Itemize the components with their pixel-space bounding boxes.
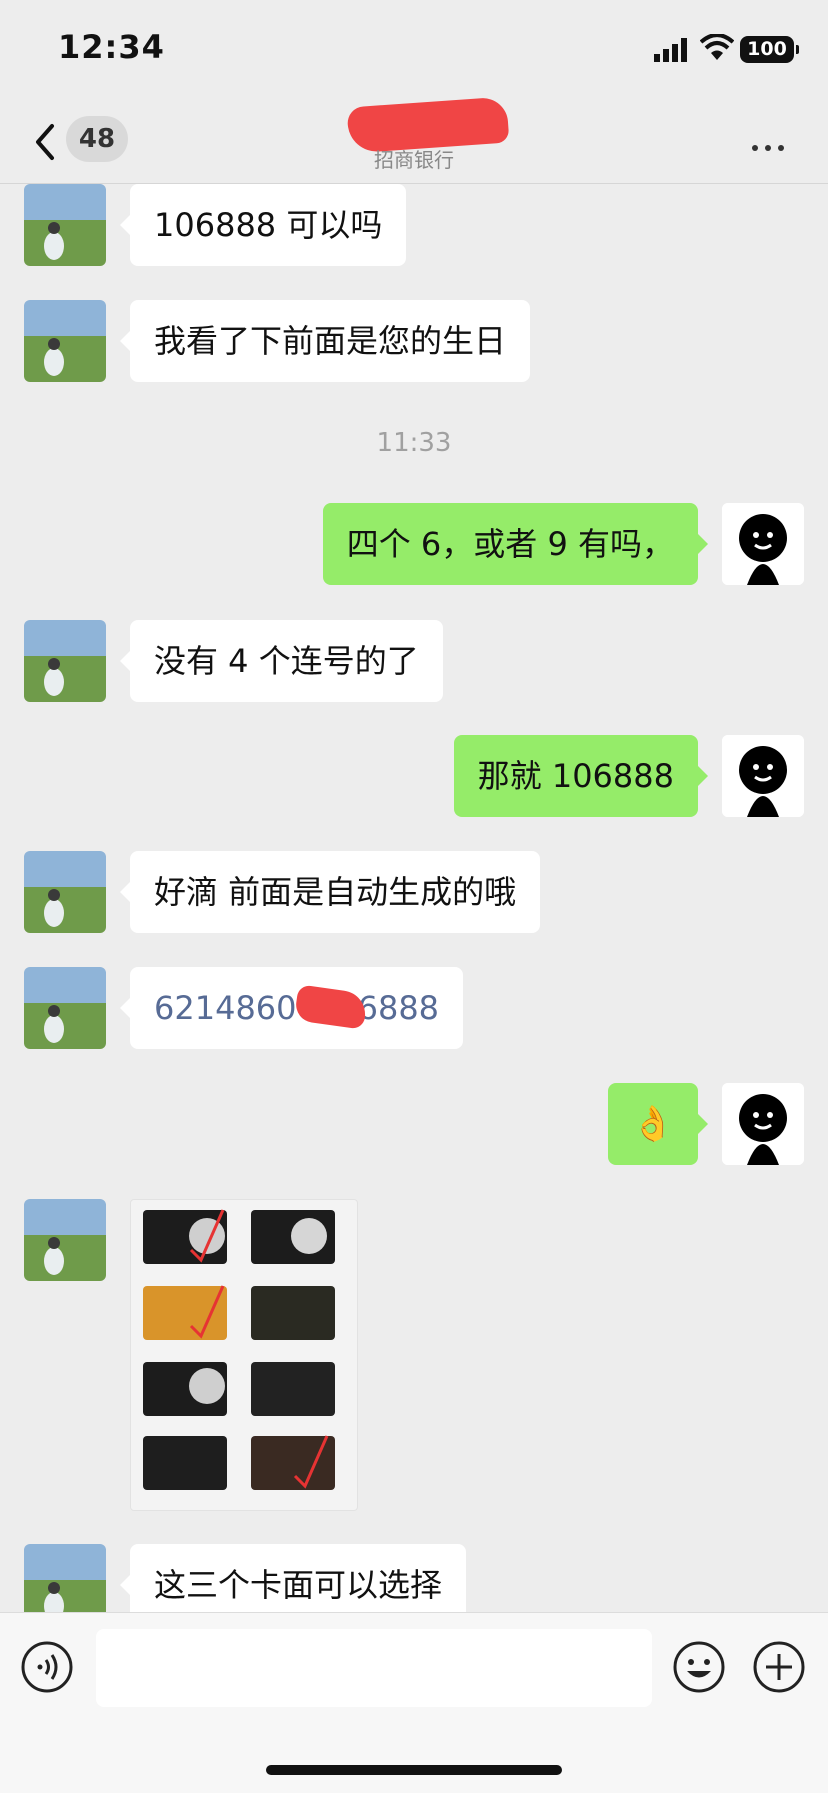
status-bar: 12:34 100 <box>0 0 828 100</box>
message-bubble[interactable]: 四个 6，或者 9 有吗， <box>322 503 709 585</box>
wifi-icon <box>700 34 734 60</box>
user-avatar[interactable] <box>722 735 804 817</box>
user-avatar[interactable] <box>722 1083 804 1165</box>
message-bubble[interactable]: 那就 106888 <box>453 735 709 817</box>
status-time: 12:34 <box>58 28 165 66</box>
cellular-signal-icon <box>654 38 687 62</box>
message-bubble[interactable]: 我看了下前面是您的生日 <box>119 300 531 382</box>
message-timestamp: 11:33 <box>376 428 452 458</box>
battery-indicator: 100 <box>740 36 799 63</box>
emoji-icon[interactable] <box>672 1640 726 1694</box>
user-avatar[interactable] <box>722 503 804 585</box>
message-bubble[interactable]: 这三个卡面可以选择 <box>119 1544 467 1612</box>
message-bubble[interactable]: 好滴 前面是自动生成的哦 <box>119 851 541 933</box>
message-list[interactable]: 106888 可以吗 我看了下前面是您的生日 11:33 四个 6，或者 9 有… <box>0 184 828 1612</box>
back-arrow-icon[interactable] <box>30 120 60 164</box>
contact-avatar[interactable] <box>24 300 106 382</box>
contact-avatar[interactable] <box>24 851 106 933</box>
message-bubble[interactable]: 👌 <box>607 1083 709 1165</box>
chat-input-bar <box>0 1612 828 1793</box>
chat-header: 48 招商银行 <box>0 96 828 184</box>
message-input[interactable] <box>96 1629 652 1707</box>
message-bubble[interactable]: 106888 可以吗 <box>119 184 407 266</box>
contact-avatar[interactable] <box>24 184 106 266</box>
voice-input-icon[interactable] <box>20 1640 74 1694</box>
more-options-icon[interactable] <box>752 136 792 151</box>
bank-card-designs-image[interactable] <box>130 1199 358 1511</box>
unread-count-badge[interactable]: 48 <box>66 116 128 162</box>
contact-avatar[interactable] <box>24 620 106 702</box>
contact-avatar[interactable] <box>24 967 106 1049</box>
contact-avatar[interactable] <box>24 1199 106 1281</box>
message-bubble[interactable]: 没有 4 个连号的了 <box>120 620 443 702</box>
chat-subtitle: 招商银行 <box>374 148 454 172</box>
contact-avatar[interactable] <box>24 1544 106 1612</box>
add-attachment-icon[interactable] <box>752 1640 806 1694</box>
home-indicator[interactable] <box>266 1765 562 1775</box>
